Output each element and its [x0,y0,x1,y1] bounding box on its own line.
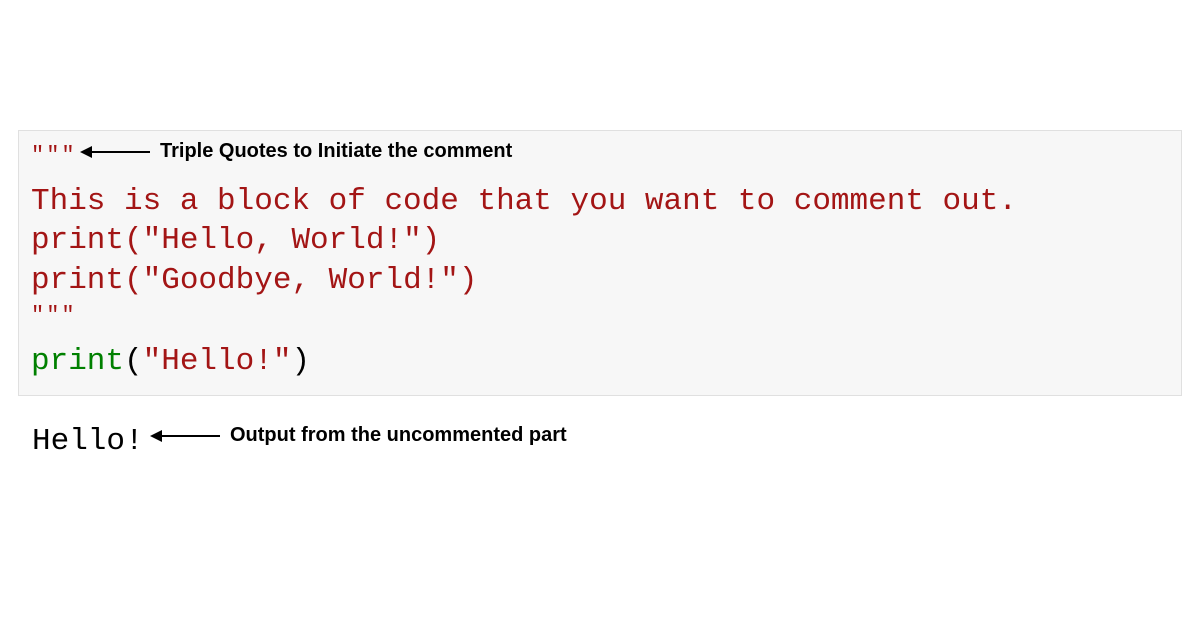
print-keyword: print [31,344,124,379]
code-block: """ This is a block of code that you wan… [18,130,1182,396]
comment-line-1: This is a block of code that you want to… [31,182,1169,222]
comment-line-3: print("Goodbye, World!") [31,261,1169,301]
close-paren: ) [422,223,441,258]
annotation-top-label: Triple Quotes to Initiate the comment [160,140,512,163]
close-triple-quotes: """ [31,301,1169,332]
string-literal: "Hello!" [143,344,292,379]
comment-line-2: print("Hello, World!") [31,221,1169,261]
output-text: Hello! [32,424,144,459]
string-literal: "Hello, World!" [143,223,422,258]
annotation-bottom: Output from the uncommented part [150,424,567,447]
open-paren: ( [124,263,143,298]
open-paren: ( [124,223,143,258]
close-paren: ) [459,263,478,298]
open-paren: ( [124,344,143,379]
close-paren: ) [291,344,310,379]
arrow-left-icon [150,428,222,444]
print-keyword: print [31,263,124,298]
arrow-left-icon [80,144,152,160]
annotation-bottom-label: Output from the uncommented part [230,424,567,447]
active-print-line: print("Hello!") [31,342,1169,382]
print-keyword: print [31,223,124,258]
annotation-top: Triple Quotes to Initiate the comment [80,140,512,163]
string-literal: "Goodbye, World!" [143,263,459,298]
